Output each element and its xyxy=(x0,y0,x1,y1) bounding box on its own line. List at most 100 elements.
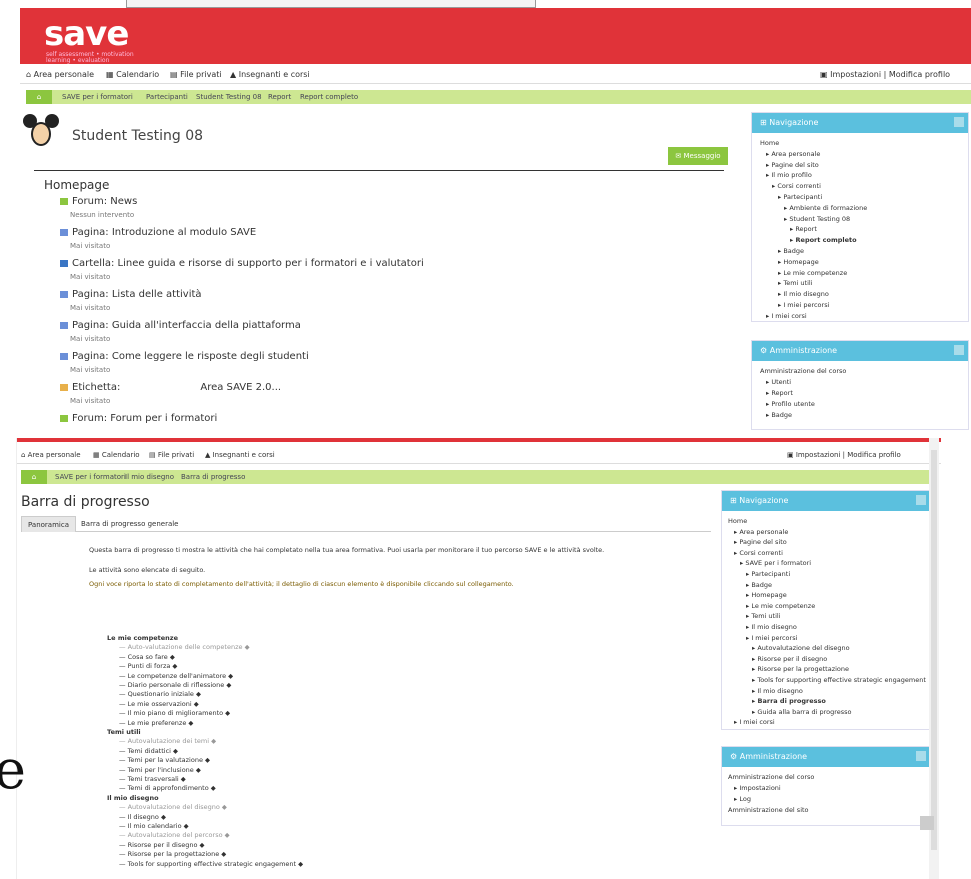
progress-item[interactable]: — Autovalutazione del disegno ◆ xyxy=(119,803,227,811)
tree-item[interactable]: ▸ Corsi correnti xyxy=(772,182,821,190)
course-activity-link[interactable]: Pagina: Guida all'interfaccia della piat… xyxy=(60,320,301,331)
tree-item[interactable]: ▸ I miei percorsi xyxy=(746,634,797,642)
progress-item[interactable]: — Punti di forza ◆ xyxy=(119,662,177,670)
progress-item[interactable]: — Autovalutazione dei temi ◆ xyxy=(119,737,216,745)
tree-item[interactable]: ▸ Report completo xyxy=(790,236,857,244)
progress-item[interactable]: — Le mie preferenze ◆ xyxy=(119,719,193,727)
tree-item[interactable]: ▸ Homepage xyxy=(778,258,819,266)
tree-item[interactable]: ▸ Il mio disegno xyxy=(778,290,829,298)
progress-item[interactable]: — Risorse per il disegno ◆ xyxy=(119,841,205,849)
tree-item[interactable]: ▸ Ambiente di formazione xyxy=(784,204,867,212)
breadcrumb-item[interactable]: Il mio disegno xyxy=(125,470,174,484)
breadcrumb-item[interactable]: Partecipanti xyxy=(146,90,188,104)
breadcrumb-item[interactable]: Report xyxy=(268,90,291,104)
course-activity-link[interactable]: Pagina: Lista delle attività xyxy=(60,289,202,300)
progress-item[interactable]: — Autovalutazione del percorso ◆ xyxy=(119,831,230,839)
tree-item[interactable]: Amministrazione del corso xyxy=(760,367,846,375)
breadcrumb-home-icon[interactable]: ⌂ xyxy=(21,470,47,484)
tree-item[interactable]: ▸ Partecipanti xyxy=(746,570,790,578)
tree-item[interactable]: ▸ Badge xyxy=(778,247,804,255)
tree-item[interactable]: ▸ Area personale xyxy=(734,528,788,536)
tree-item[interactable]: Home xyxy=(728,517,747,525)
progress-item[interactable]: — Temi per la valutazione ◆ xyxy=(119,756,210,764)
tree-item[interactable]: ▸ I miei percorsi xyxy=(778,301,829,309)
nav-file-privati[interactable]: ▤ File privati xyxy=(170,70,222,79)
tree-item[interactable]: ▸ SAVE per i formatori xyxy=(740,559,811,567)
tree-item[interactable]: ▸ Il mio disegno xyxy=(752,687,803,695)
administration-block-header[interactable]: ⚙ Amministrazione xyxy=(722,747,930,767)
tab-panoramica[interactable]: Panoramica xyxy=(21,516,76,532)
progress-item[interactable]: — Temi trasversali ◆ xyxy=(119,775,186,783)
nav-file-privati[interactable]: ▤ File privati xyxy=(149,451,194,459)
tree-item[interactable]: ▸ Log xyxy=(734,795,751,803)
navigation-block-header[interactable]: ⊞ Navigazione xyxy=(752,113,968,133)
tree-item[interactable]: ▸ Badge xyxy=(746,581,772,589)
tree-item[interactable]: ▸ Risorse per la progettazione xyxy=(752,665,849,673)
breadcrumb-item[interactable]: SAVE per i formatori xyxy=(62,90,133,104)
tree-item[interactable]: ▸ Area personale xyxy=(766,150,820,158)
progress-item[interactable]: — Il mio piano di miglioramento ◆ xyxy=(119,709,230,717)
tree-item[interactable]: ▸ I miei corsi xyxy=(766,312,807,320)
tree-item[interactable]: ▸ Report xyxy=(790,225,817,233)
progress-item[interactable]: — Il mio calendario ◆ xyxy=(119,822,189,830)
nav-area-personale[interactable]: ⌂ Area personale xyxy=(21,451,81,459)
nav-calendario[interactable]: ▦ Calendario xyxy=(106,70,159,79)
nav-user-menu[interactable]: ▣ Impostazioni | Modifica profilo xyxy=(820,70,950,79)
nav-insegnanti[interactable]: ▲ Insegnanti e corsi xyxy=(230,70,310,79)
tree-item[interactable]: ▸ Temi utili xyxy=(778,279,812,287)
progress-item[interactable]: — Il disegno ◆ xyxy=(119,813,166,821)
course-activity-link[interactable]: Pagina: Come leggere le risposte degli s… xyxy=(60,351,309,362)
tree-item[interactable]: ▸ Corsi correnti xyxy=(734,549,783,557)
course-activity-link[interactable]: Pagina: Introduzione al modulo SAVE xyxy=(60,227,256,238)
tree-item[interactable]: ▸ Student Testing 08 xyxy=(784,215,850,223)
avatar[interactable] xyxy=(22,112,60,150)
course-activity-link[interactable]: Cartella: Linee guida e risorse di suppo… xyxy=(60,258,424,269)
scroll-to-top-button[interactable] xyxy=(920,816,934,830)
navigation-block-header[interactable]: ⊞ Navigazione xyxy=(722,491,930,511)
tree-item[interactable]: ▸ Il mio profilo xyxy=(766,171,812,179)
nav-area-personale[interactable]: ⌂ Area personale xyxy=(26,70,94,79)
tree-item[interactable]: ▸ Profilo utente xyxy=(766,400,815,408)
progress-item[interactable]: Temi utili xyxy=(107,728,141,736)
breadcrumb-item[interactable]: Student Testing 08 xyxy=(196,90,262,104)
progress-item[interactable]: — Cosa so fare ◆ xyxy=(119,653,175,661)
progress-item[interactable]: Il mio disegno xyxy=(107,794,159,802)
collapse-icon[interactable] xyxy=(916,751,926,761)
tree-item[interactable]: ▸ Tools for supporting effective strateg… xyxy=(752,676,926,684)
tree-item[interactable]: Amministrazione del corso xyxy=(728,773,814,781)
tree-item[interactable]: ▸ Badge xyxy=(766,411,792,419)
nav-insegnanti[interactable]: ▲ Insegnanti e corsi xyxy=(205,451,275,459)
tab-barra-generale[interactable]: Barra di progresso generale xyxy=(75,516,185,532)
tree-item[interactable]: ▸ Autovalutazione del disegno xyxy=(752,644,850,652)
progress-item[interactable]: — Le mie osservazioni ◆ xyxy=(119,700,199,708)
tree-item[interactable]: ▸ Guida alla barra di progresso xyxy=(752,708,852,716)
tree-item[interactable]: Amministrazione del sito xyxy=(728,806,809,814)
breadcrumb-item[interactable]: SAVE per i formatori xyxy=(55,470,126,484)
tree-item[interactable]: ▸ Report xyxy=(766,389,793,397)
tree-item[interactable]: ▸ Il mio disegno xyxy=(746,623,797,631)
collapse-icon[interactable] xyxy=(954,117,964,127)
tree-item[interactable]: Home xyxy=(760,139,779,147)
tree-item[interactable]: ▸ Pagine del sito xyxy=(734,538,787,546)
tree-item[interactable]: ▸ Pagine del sito xyxy=(766,161,819,169)
tree-item[interactable]: ▸ Homepage xyxy=(746,591,787,599)
administration-block-header[interactable]: ⚙ Amministrazione xyxy=(752,341,968,361)
scrollbar-thumb[interactable] xyxy=(931,450,937,850)
message-button[interactable]: ✉ Messaggio xyxy=(668,147,728,165)
progress-item[interactable]: — Risorse per la progettazione ◆ xyxy=(119,850,226,858)
nav-calendario[interactable]: ▦ Calendario xyxy=(93,451,140,459)
progress-item[interactable]: — Auto-valutazione delle competenze ◆ xyxy=(119,643,250,651)
site-logo[interactable]: save xyxy=(44,14,129,54)
progress-item[interactable]: — Temi di approfondimento ◆ xyxy=(119,784,216,792)
course-activity-link[interactable]: Forum: News xyxy=(60,196,137,207)
tree-item[interactable]: ▸ Le mie competenze xyxy=(746,602,815,610)
tree-item[interactable]: ▸ Temi utili xyxy=(746,612,780,620)
tree-item[interactable]: ▸ Utenti xyxy=(766,378,791,386)
progress-item[interactable]: — Questionario iniziale ◆ xyxy=(119,690,201,698)
tree-item[interactable]: ▸ I miei corsi xyxy=(734,718,775,726)
tree-item[interactable]: ▸ Barra di progresso xyxy=(752,697,826,705)
course-activity-link[interactable]: Forum: Forum per i formatori xyxy=(60,413,217,424)
progress-item[interactable]: Le mie competenze xyxy=(107,634,178,642)
progress-item[interactable]: — Le competenze dell'animatore ◆ xyxy=(119,672,233,680)
collapse-icon[interactable] xyxy=(916,495,926,505)
